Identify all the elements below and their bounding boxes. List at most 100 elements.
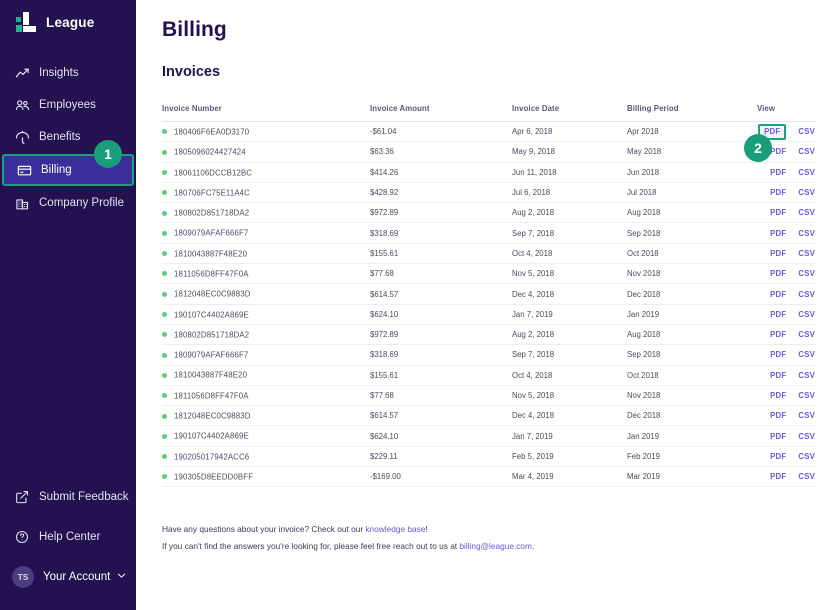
external-link-icon (14, 489, 30, 505)
invoice-row-15-pdf-link[interactable]: PDF (770, 411, 786, 420)
invoice-number-text: 1809079AFAF666F7 (174, 228, 249, 238)
invoice-row-14-pdf-link[interactable]: PDF (770, 391, 786, 400)
invoice-row-3-csv-link[interactable]: CSV (798, 168, 815, 177)
invoice-row-4-pdf-link[interactable]: PDF (770, 188, 786, 197)
table-row: 180706FC75E11A4C $428.92 Jul 6, 2018 Jul 20… (162, 182, 817, 204)
invoice-row-17-csv-link[interactable]: CSV (798, 452, 815, 461)
invoice-row-11-pdf-link[interactable]: PDF (770, 330, 786, 339)
invoice-row-6-csv-link[interactable]: CSV (798, 229, 815, 238)
cell-billing-period: Nov 2018 (627, 385, 757, 407)
billing-email-link[interactable]: billing@league.com (459, 541, 532, 551)
cell-invoice-date: Jul 6, 2018 (512, 182, 627, 204)
footnote-line-1: Have any questions about your invoice? C… (162, 521, 802, 538)
invoice-row-12-pdf-link[interactable]: PDF (770, 350, 786, 359)
invoice-row-10-pdf-link[interactable]: PDF (770, 310, 786, 319)
cell-billing-period: Feb 2019 (627, 446, 757, 468)
cell-billing-period: Aug 2018 (627, 202, 757, 224)
cell-invoice-number: 1812048EC0C9883D (162, 283, 370, 305)
table-row: 180802D851718DA2 $972.89 Aug 2, 2018 Aug 20… (162, 324, 817, 346)
cell-invoice-date: Apr 6, 2018 (512, 121, 627, 143)
invoice-row-4-csv-link[interactable]: CSV (798, 188, 815, 197)
invoice-row-18-pdf-link[interactable]: PDF (770, 472, 786, 481)
column-header-invoice-number: Invoice Number (162, 104, 222, 113)
invoice-row-14-csv-link[interactable]: CSV (798, 391, 815, 400)
cell-view-links: PDF CSV (757, 385, 817, 407)
cell-billing-period: Sep 2018 (627, 222, 757, 244)
cell-invoice-number: 1811056D8FF47F0A (162, 385, 370, 407)
table-row: 1805096024427424 $63.36 May 9, 2018 May 201… (162, 141, 817, 163)
cell-billing-period: Oct 2018 (627, 243, 757, 265)
invoice-row-3-pdf-link[interactable]: PDF (770, 168, 786, 177)
invoice-row-7-pdf-link[interactable]: PDF (770, 249, 786, 258)
invoice-number-text: 1811056D8FF47F0A (174, 269, 249, 279)
invoice-row-8-csv-link[interactable]: CSV (798, 269, 815, 278)
invoice-row-13-csv-link[interactable]: CSV (798, 371, 815, 380)
sidebar-item-label: Employees (39, 99, 96, 111)
table-row: 1809079AFAF666F7 $318.69 Sep 7, 2018 Sep 20… (162, 344, 817, 366)
invoice-row-9-pdf-link[interactable]: PDF (770, 290, 786, 299)
footnote-1-prefix: Have any questions about your invoice? C… (162, 524, 366, 535)
invoice-row-13-pdf-link[interactable]: PDF (770, 371, 786, 380)
cell-invoice-number: 1810043887F48E20 (162, 243, 370, 265)
sidebar-item-company-profile[interactable]: Company Profile (0, 188, 136, 218)
invoice-row-1-pdf-link[interactable]: PDF (764, 127, 780, 136)
invoice-row-5-csv-link[interactable]: CSV (798, 208, 815, 217)
invoice-row-2-pdf-link[interactable]: PDF (770, 147, 786, 156)
invoice-row-10-csv-link[interactable]: CSV (798, 310, 815, 319)
cell-invoice-date: Aug 2, 2018 (512, 324, 627, 346)
invoice-row-1-csv-link[interactable]: CSV (798, 127, 815, 136)
table-row: 190205017942ACC6 $229.11 Feb 5, 2019 Feb 20… (162, 446, 817, 468)
status-dot (162, 413, 167, 419)
table-header: Invoice Number Invoice Amount Invoice Da… (162, 104, 817, 122)
avatar: TS (12, 566, 34, 588)
invoice-row-5-pdf-link[interactable]: PDF (770, 208, 786, 217)
table-row: 190305D8EEDD0BFF -$169.00 Mar 4, 2019 Mar 2… (162, 466, 817, 488)
invoice-number-text: 1810043887F48E20 (174, 249, 248, 259)
status-dot (162, 251, 167, 257)
table-row: 1811056D8FF47F0A $77.68 Nov 5, 2018 Nov 201… (162, 385, 817, 407)
cell-view-links: PDF CSV (757, 222, 817, 244)
invoice-row-6-pdf-link[interactable]: PDF (770, 229, 786, 238)
status-dot (162, 352, 167, 358)
invoice-row-16-csv-link[interactable]: CSV (798, 432, 815, 441)
cell-billing-period: Mar 2019 (627, 466, 757, 488)
cell-view-links: PDF CSV (757, 324, 817, 346)
cell-invoice-number: 180802D851718DA2 (162, 202, 370, 224)
table-body: 180406F6EA0D3170 -$61.04 Apr 6, 2018 Apr 20… (162, 121, 817, 488)
cell-invoice-amount: $155.61 (370, 365, 512, 386)
sidebar-item-submit-feedback[interactable]: Submit Feedback (0, 482, 136, 512)
invoice-row-2-csv-link[interactable]: CSV (798, 147, 815, 156)
cell-view-links: PDF CSV (757, 405, 817, 427)
knowledge-base-link[interactable]: knowledge base (365, 524, 425, 534)
sidebar-item-insights[interactable]: Insights (0, 58, 136, 88)
cell-view-links: PDF CSV (757, 202, 817, 224)
annotation-badge-2: 2 (744, 134, 772, 162)
cell-invoice-number: 1809079AFAF666F7 (162, 222, 370, 244)
app-logo[interactable]: League (0, 0, 136, 32)
cell-billing-period: Dec 2018 (627, 405, 757, 427)
status-dot (162, 454, 167, 460)
invoice-row-8-pdf-link[interactable]: PDF (770, 269, 786, 278)
sidebar-item-label: Billing (41, 164, 72, 176)
cell-view-links: PDF CSV (757, 466, 817, 488)
invoice-row-15-csv-link[interactable]: CSV (798, 411, 815, 420)
invoice-row-11-csv-link[interactable]: CSV (798, 330, 815, 339)
invoice-row-7-csv-link[interactable]: CSV (798, 249, 815, 258)
invoice-row-16-pdf-link[interactable]: PDF (770, 432, 786, 441)
cell-invoice-number: 18061106DCCB12BC (162, 162, 370, 183)
invoice-row-12-csv-link[interactable]: CSV (798, 350, 815, 359)
cell-invoice-amount: $614.57 (370, 405, 512, 427)
invoice-row-18-csv-link[interactable]: CSV (798, 472, 815, 481)
primary-nav: Insights Employees Benefits Billing Comp… (0, 58, 136, 218)
cell-view-links: PDF CSV (757, 304, 817, 325)
invoice-number-text: 1812048EC0C9883D (174, 411, 251, 421)
invoice-row-9-csv-link[interactable]: CSV (798, 290, 815, 299)
cell-billing-period: Nov 2018 (627, 263, 757, 285)
sidebar-item-employees[interactable]: Employees (0, 90, 136, 120)
cell-billing-period: Aug 2018 (627, 324, 757, 346)
status-dot (162, 169, 167, 175)
sidebar-item-help-center[interactable]: Help Center (0, 522, 136, 552)
cell-invoice-date: Oct 4, 2018 (512, 365, 627, 386)
account-menu[interactable]: TS Your Account (0, 562, 136, 592)
invoice-row-17-pdf-link[interactable]: PDF (770, 452, 786, 461)
